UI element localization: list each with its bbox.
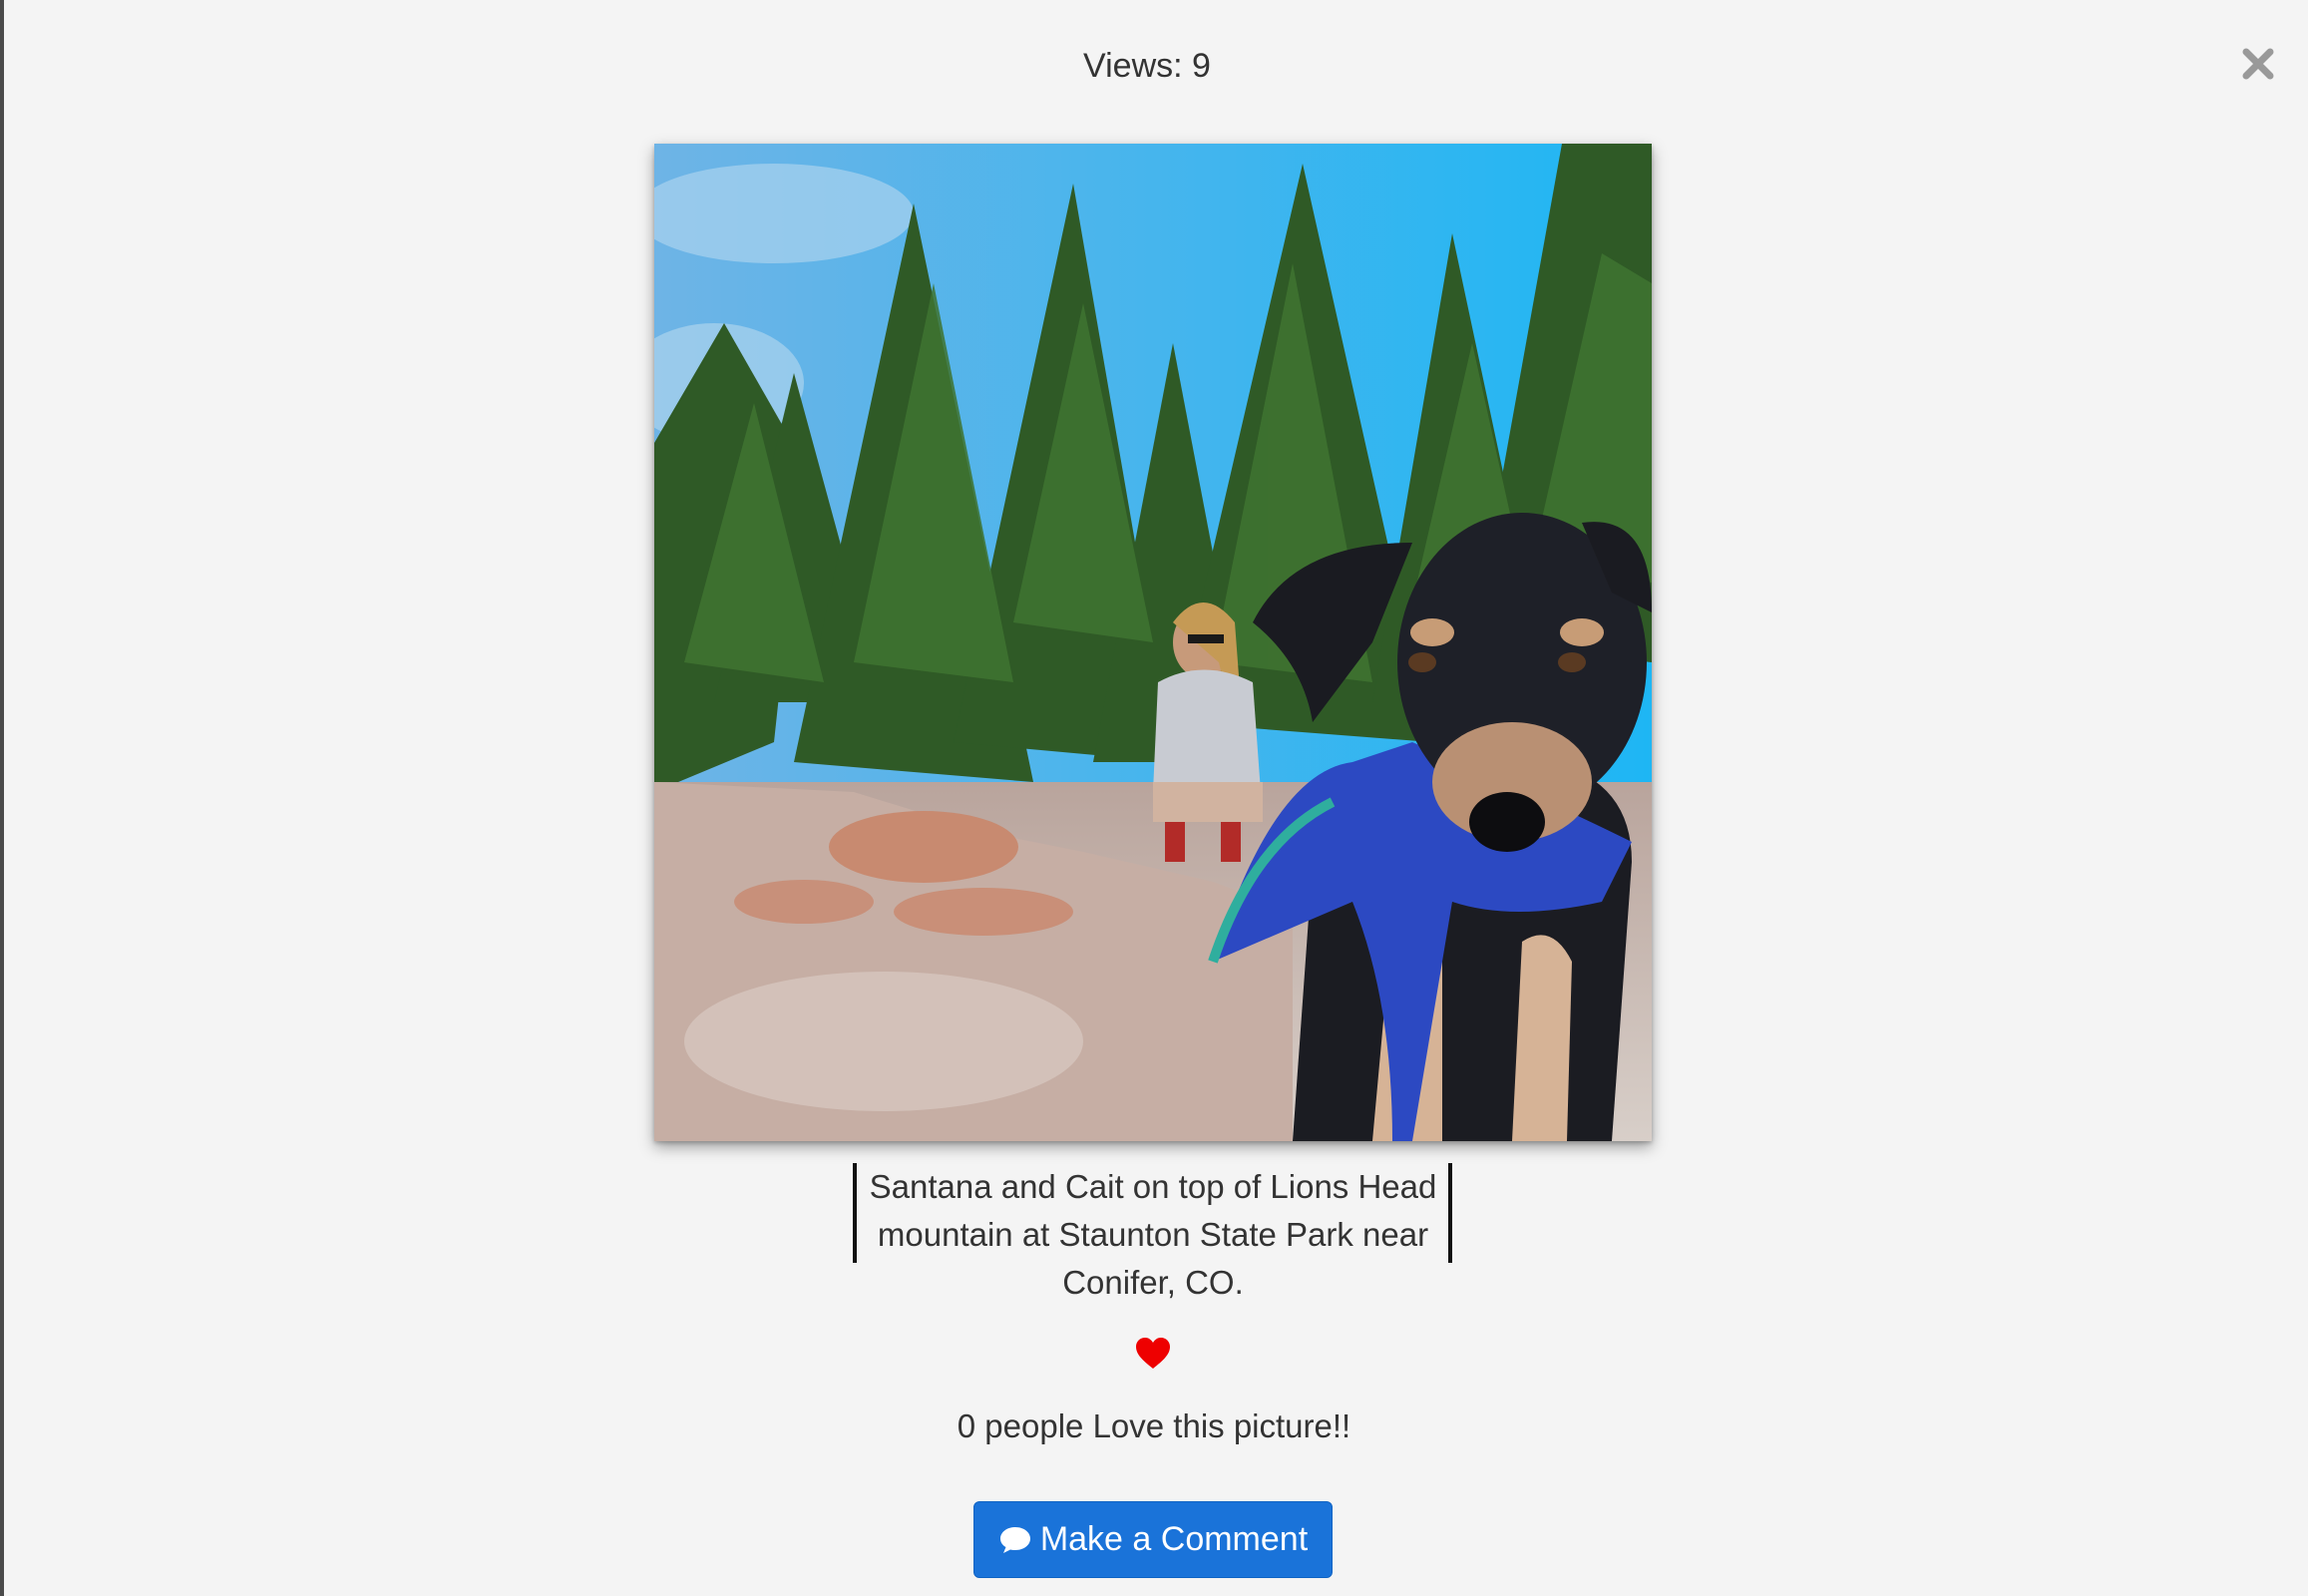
close-icon [2242,48,2274,80]
photo-caption: Santana and Cait on top of Lions Head mo… [869,1168,1437,1301]
views-counter: Views: 9 [1083,47,1211,85]
photo-illustration [654,144,1652,1141]
heart-icon [1136,1338,1170,1369]
make-comment-label: Make a Comment [1039,1520,1309,1558]
comment-icon [998,1525,1032,1555]
love-count: 0 people Love this picture!! [957,1407,1351,1444]
love-button[interactable] [1135,1337,1171,1371]
photo [654,144,1652,1141]
close-button[interactable] [2234,40,2282,88]
make-comment-button[interactable]: Make a Comment [973,1501,1333,1578]
